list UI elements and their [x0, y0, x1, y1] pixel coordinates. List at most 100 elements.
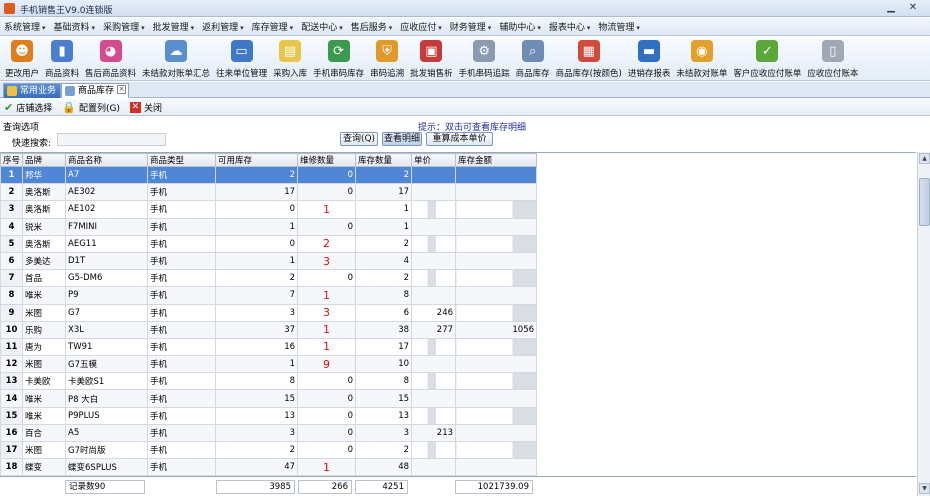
column-header-7[interactable]: 单价 [411, 153, 457, 167]
table-row[interactable]: 5 奥洛斯 AEG11 手机 0 2 2 [0, 234, 538, 253]
toolbar-label: 串码追溯 [370, 69, 405, 79]
toolbar-button-3[interactable]: ☁ 未结款对账单汇总 [139, 37, 213, 81]
toolbar-button-11[interactable]: ▦ 商品库存(按颜色) [553, 37, 625, 81]
vertical-scrollbar[interactable]: ▲ ▼ [917, 152, 930, 496]
table-cell: 手机 [147, 303, 217, 322]
toolbar-button-13[interactable]: ◉ 未结款对账单 [673, 37, 730, 81]
minimize-button[interactable]: ▁ [884, 1, 898, 15]
column-header-0[interactable]: 序号 [0, 153, 24, 167]
column-header-1[interactable]: 品牌 [22, 153, 67, 167]
table-cell: 9 [0, 303, 24, 322]
table-row[interactable]: 17 米图 G7时尚版 手机 2 0 2 [0, 440, 538, 460]
menu-item-10[interactable]: 辅助中心 ▾ [499, 20, 541, 33]
chevron-down-icon: ▾ [339, 24, 343, 32]
table-cell: 8 [355, 286, 413, 305]
table-row[interactable]: 9 米图 G7 手机 3 3 6 246 [0, 303, 538, 322]
blocks-icon: ▦ [577, 40, 600, 62]
toolbar-button-2[interactable]: ◕ 售后商品资料 [82, 37, 139, 81]
table-cell: 手机 [147, 406, 217, 425]
table-row[interactable]: 2 奥洛斯 AE302 手机 17 0 17 [0, 183, 538, 202]
toolbar-button-0[interactable]: ☻ 更改用户 [2, 37, 42, 81]
table-row[interactable]: 18 蝶变 蝶变6SPLUS 手机 47 1 48 [0, 458, 538, 477]
menu-item-6[interactable]: 配送中心 ▾ [301, 20, 343, 33]
toolbar-button-1[interactable]: ▮ 商品资料 [42, 37, 82, 81]
scroll-thumb[interactable] [919, 178, 930, 226]
table-cell: 3 [0, 200, 24, 219]
table-cell: 37 [215, 320, 299, 339]
menu-item-3[interactable]: 批发管理 ▾ [153, 20, 195, 33]
recalc-cost-button[interactable]: 重算成本单价 [426, 132, 493, 146]
menu-item-4[interactable]: 返利管理 ▾ [202, 20, 244, 33]
stock-table: 序号 品牌 商品名称 商品类型 可用库存 维修数量 库存数量 单价 库存金额 1 邦华 A7 手机 2 0… [0, 152, 916, 494]
table-row[interactable]: 15 唯米 P9PLUS 手机 13 0 13 [0, 406, 538, 425]
toolbar-button-12[interactable]: ▬ 进销存报表 [625, 37, 674, 81]
chevron-down-icon: ▾ [388, 24, 393, 32]
table-cell: 手机 [147, 286, 217, 305]
table-cell: 手机 [147, 440, 217, 460]
toolbar-button-14[interactable]: ✓ 客户应收应付账单 [730, 37, 804, 81]
close-tab-icon[interactable]: × [117, 85, 127, 94]
view-detail-button[interactable]: 查看明细 [382, 132, 422, 146]
scroll-up-icon[interactable]: ▲ [919, 153, 930, 164]
table-cell: P8 大白 [65, 389, 149, 408]
scroll-down-icon[interactable]: ▼ [919, 483, 930, 494]
table-cell [411, 458, 457, 477]
bar-chart-icon: ▮ [51, 40, 74, 62]
document-icon: ▯ [821, 40, 844, 62]
table-cell: 12 [0, 355, 24, 374]
menu-item-1[interactable]: 基础资料 ▾ [54, 20, 96, 33]
toolbar-button-6[interactable]: ⟳ 手机串码库存 [310, 37, 367, 81]
table-row[interactable]: 11 唐为 TW91 手机 16 1 17 [0, 337, 538, 357]
table-cell: 米图 [22, 355, 67, 374]
close-window-button[interactable]: ✕ [906, 1, 920, 15]
toolbar-button-10[interactable]: ⌕ 商品库存 [513, 37, 553, 81]
table-row[interactable]: 1 邦华 A7 手机 2 0 2 [0, 165, 538, 185]
tab-common-business[interactable]: 常用业务 [3, 83, 62, 98]
monitor-icon: ▭ [230, 40, 253, 62]
menu-item-7[interactable]: 售后服务 ▾ [351, 20, 393, 33]
toolbar-button-15[interactable]: ▯ 应收应付账本 [804, 37, 861, 81]
menu-item-0[interactable]: 系统管理 ▾ [4, 20, 46, 33]
query-button[interactable]: 查询(Q) [340, 132, 378, 146]
toolbar-button-7[interactable]: ⛨ 串码追溯 [367, 37, 407, 81]
column-header-5[interactable]: 维修数量 [297, 153, 357, 167]
toolbar-button-4[interactable]: ▭ 往来单位管理 [213, 37, 270, 81]
table-cell: 手机 [147, 355, 217, 374]
column-header-2[interactable]: 商品名称 [65, 153, 149, 167]
menu-item-12[interactable]: 物流管理 ▾ [598, 20, 640, 33]
table-row[interactable]: 8 唯米 P9 手机 7 1 8 [0, 286, 538, 305]
table-row[interactable]: 6 多美达 D1T 手机 1 3 4 [0, 251, 538, 271]
table-row[interactable]: 3 奥洛斯 AE102 手机 0 1 1 [0, 200, 538, 219]
close-button[interactable]: ✕ 关闭 [129, 101, 162, 114]
table-row[interactable]: 16 百合 A5 手机 3 0 3 213 [0, 423, 538, 443]
menu-item-5[interactable]: 库存管理 ▾ [252, 20, 294, 33]
table-cell: 277 [411, 320, 457, 339]
store-select-button[interactable]: ✔ 店铺选择 [4, 101, 52, 114]
table-row[interactable]: 7 首品 G5-DM6 手机 2 0 2 [0, 269, 538, 288]
column-header-3[interactable]: 商品类型 [147, 153, 217, 167]
table-cell [455, 234, 538, 253]
toolbar-button-5[interactable]: ▤ 采购入库 [270, 37, 310, 81]
tab-product-stock[interactable]: 商品库存 × [61, 83, 130, 98]
menu-item-2[interactable]: 采购管理 ▾ [103, 20, 145, 33]
table-cell: 13 [0, 372, 24, 391]
column-header-4[interactable]: 可用库存 [215, 153, 299, 167]
table-row[interactable]: 10 乐购 X3L 手机 37 1 38 277 1056 [0, 320, 538, 339]
menu-item-11[interactable]: 报表中心 ▾ [549, 20, 591, 33]
toolbar-button-8[interactable]: ▣ 批发销售析 [407, 37, 456, 81]
table-row[interactable]: 13 卡美欧 卡美欧S1 手机 8 0 8 [0, 372, 538, 391]
table-cell: 手机 [147, 269, 217, 288]
table-cell: 1 [297, 200, 357, 219]
toolbar-button-9[interactable]: ⚙ 手机串码追踪 [456, 37, 513, 81]
tab-strip: 常用业务 商品库存 × [0, 82, 930, 98]
table-cell: 1 [355, 200, 413, 219]
configure-columns-button[interactable]: 🔒 配置列(G) [62, 101, 120, 114]
menu-item-8[interactable]: 应收应付 ▾ [400, 20, 442, 33]
quick-search-input[interactable] [57, 133, 166, 146]
table-row[interactable]: 4 锐米 F7MINI 手机 1 0 1 [0, 217, 538, 236]
table-row[interactable]: 12 米图 G7五模 手机 1 9 10 [0, 355, 538, 374]
menu-item-9[interactable]: 财务管理 ▾ [450, 20, 492, 33]
column-header-6[interactable]: 库存数量 [355, 153, 413, 167]
column-header-8[interactable]: 库存金额 [455, 153, 538, 167]
table-row[interactable]: 14 唯米 P8 大白 手机 15 0 15 [0, 389, 538, 408]
